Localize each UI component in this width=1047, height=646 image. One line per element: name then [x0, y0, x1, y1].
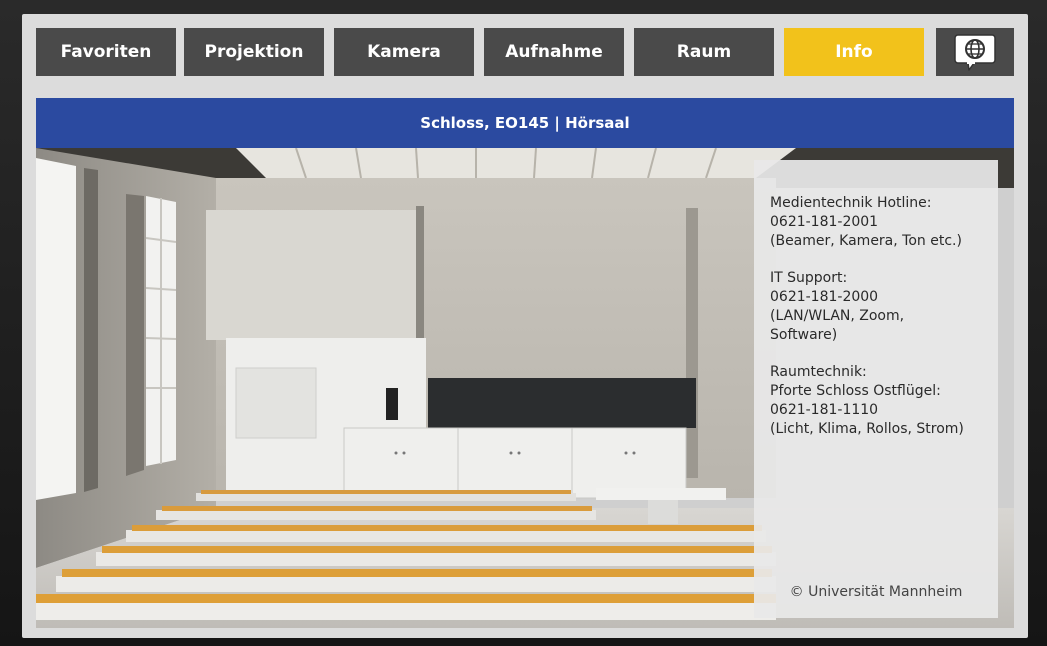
tab-favoriten[interactable]: Favoriten	[36, 28, 176, 76]
room-tech-phone: 0621-181-1110	[770, 402, 879, 418]
info-panel: Medientechnik Hotline: 0621-181-2001 (Be…	[754, 160, 998, 618]
tab-kamera[interactable]: Kamera	[334, 28, 474, 76]
media-hotline-note: (Beamer, Kamera, Ton etc.)	[770, 233, 962, 249]
tab-projektion[interactable]: Projektion	[184, 28, 324, 76]
tab-aufnahme[interactable]: Aufnahme	[484, 28, 624, 76]
room-title: Schloss, EO145 | Hörsaal	[420, 114, 630, 132]
it-support-title: IT Support:	[770, 270, 848, 286]
globe-speech-bubble-icon	[954, 34, 996, 71]
main-navigation: Favoriten Projektion Kamera Aufnahme Rau…	[36, 28, 1014, 76]
language-button[interactable]	[936, 28, 1014, 76]
tab-info[interactable]: Info	[784, 28, 924, 76]
media-hotline-block: Medientechnik Hotline: 0621-181-2001 (Be…	[770, 194, 986, 251]
room-title-bar: Schloss, EO145 | Hörsaal	[36, 98, 1014, 148]
room-tech-sub: Pforte Schloss Ostflügel:	[770, 383, 941, 399]
touch-panel-screen: Favoriten Projektion Kamera Aufnahme Rau…	[22, 14, 1028, 638]
it-support-note-line2: Software)	[770, 327, 838, 343]
copyright-text: © Universität Mannheim	[789, 584, 963, 600]
content-frame: Schloss, EO145 | Hörsaal Medientechnik H…	[36, 98, 1014, 628]
it-support-block: IT Support: 0621-181-2000 (LAN/WLAN, Zoo…	[770, 269, 986, 345]
media-hotline-title: Medientechnik Hotline:	[770, 195, 932, 211]
it-support-note-line1: (LAN/WLAN, Zoom,	[770, 308, 905, 324]
media-hotline-phone: 0621-181-2001	[770, 214, 879, 230]
it-support-phone: 0621-181-2000	[770, 289, 879, 305]
room-tech-block: Raumtechnik: Pforte Schloss Ostflügel: 0…	[770, 363, 986, 439]
room-tech-note: (Licht, Klima, Rollos, Strom)	[770, 421, 964, 437]
tab-raum[interactable]: Raum	[634, 28, 774, 76]
room-tech-title: Raumtechnik:	[770, 364, 867, 380]
